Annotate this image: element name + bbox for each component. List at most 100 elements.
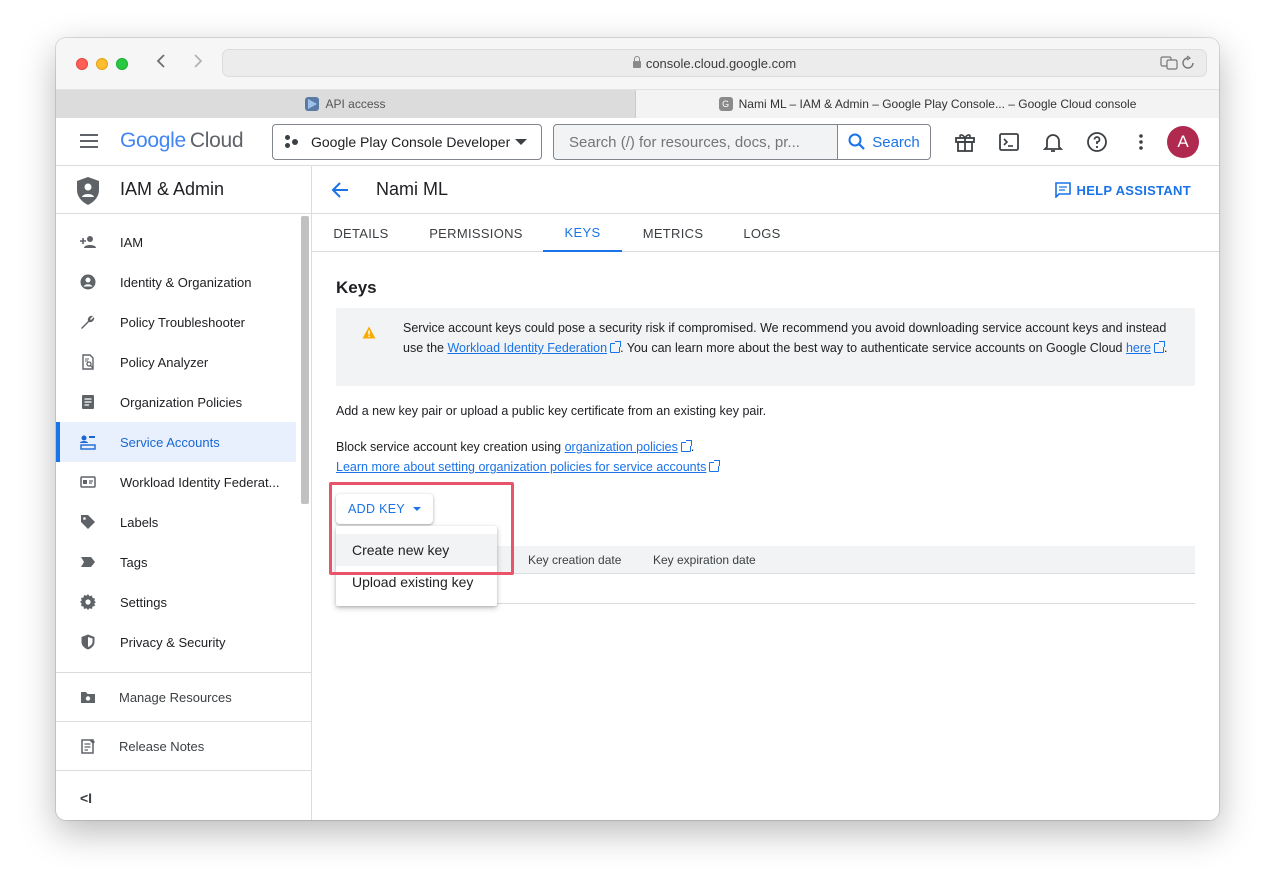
project-name: Google Play Console Developer — [311, 134, 511, 150]
search-button[interactable]: Search — [837, 125, 930, 159]
collapse-sidebar-icon[interactable]: <I — [80, 790, 92, 806]
dropdown-arrow-icon — [412, 507, 421, 511]
translate-icon[interactable] — [1160, 55, 1196, 71]
external-link-icon — [1153, 341, 1165, 353]
wrench-icon — [81, 315, 95, 329]
sidebar-item-policy-troubleshooter[interactable]: Policy Troubleshooter — [56, 302, 296, 342]
add-key-label: ADD KEY — [348, 502, 405, 516]
google-cloud-logo[interactable]: Google Cloud — [120, 129, 244, 153]
sidebar-item-iam[interactable]: IAM — [56, 222, 296, 262]
sidebar-item-policy-analyzer[interactable]: Policy Analyzer — [56, 342, 296, 382]
browser-window: console.cloud.google.com API access G Na… — [56, 38, 1219, 820]
address-bar[interactable]: console.cloud.google.com — [222, 49, 1207, 77]
search-box[interactable]: Search — [553, 124, 931, 160]
add-key-description: Add a new key pair or upload a public ke… — [336, 404, 767, 418]
back-arrow-icon[interactable] — [156, 52, 166, 74]
sidebar-item-label: Organization Policies — [120, 394, 243, 410]
menu-item-upload-existing-key[interactable]: Upload existing key — [336, 566, 497, 598]
policy-analyzer-icon — [82, 354, 94, 370]
organization-policies-link[interactable]: organization policies — [565, 440, 678, 454]
add-key-button[interactable]: ADD KEY — [336, 494, 433, 524]
sidebar: IAM & Admin IAM Identity & Organization … — [56, 166, 312, 820]
sidebar-item-labels[interactable]: Labels — [56, 502, 296, 542]
search-icon — [848, 133, 866, 150]
sidebar-item-label: Identity & Organization — [120, 274, 252, 290]
search-input[interactable] — [554, 125, 837, 159]
sidebar-header: IAM & Admin — [56, 166, 311, 214]
forward-arrow-icon[interactable] — [193, 52, 203, 74]
more-vert-icon[interactable] — [1129, 130, 1153, 154]
account-circle-icon — [80, 274, 96, 290]
sidebar-item-manage-resources[interactable]: Manage Resources — [56, 673, 311, 721]
sidebar-item-label: Release Notes — [119, 738, 205, 754]
project-selector[interactable]: Google Play Console Developer — [272, 124, 542, 160]
sidebar-item-label: Tags — [120, 554, 148, 570]
workload-identity-federation-link[interactable]: Workload Identity Federation — [447, 341, 607, 355]
sidebar-item-tags[interactable]: Tags — [56, 542, 296, 582]
learn-more-org-policies-link[interactable]: Learn more about setting organization po… — [336, 460, 706, 474]
menu-item-create-new-key[interactable]: Create new key — [336, 534, 497, 566]
sidebar-item-identity-organization[interactable]: Identity & Organization — [56, 262, 296, 302]
document-icon — [82, 395, 94, 409]
sidebar-title: IAM & Admin — [120, 179, 225, 199]
tab-permissions[interactable]: PERMISSIONS — [422, 214, 530, 252]
minimize-window-button[interactable] — [96, 58, 108, 70]
notifications-icon[interactable] — [1041, 130, 1065, 154]
cloud-shell-icon[interactable] — [997, 130, 1021, 154]
sidebar-item-settings[interactable]: Settings — [56, 582, 296, 622]
tab-keys[interactable]: KEYS — [543, 214, 622, 252]
tab-details[interactable]: DETAILS — [326, 214, 396, 252]
browser-tab-label: API access — [325, 97, 386, 111]
sidebar-item-service-accounts[interactable]: Service Accounts — [56, 422, 296, 462]
sidebar-divider — [56, 770, 311, 771]
badge-icon — [80, 476, 96, 488]
sidebar-item-release-notes[interactable]: Release Notes — [56, 722, 311, 770]
add-key-menu: Create new key Upload existing key — [336, 526, 497, 606]
main-content: Nami ML HELP ASSISTANT DETAILS PERMISSIO… — [312, 166, 1219, 820]
here-link[interactable]: here — [1126, 341, 1151, 355]
sidebar-item-workload-identity-federation[interactable]: Workload Identity Federat... — [56, 462, 296, 502]
sidebar-item-label: Service Accounts — [120, 434, 220, 450]
hamburger-menu-icon[interactable] — [80, 134, 98, 148]
warning-text: Service account keys could pose a securi… — [403, 318, 1178, 358]
column-header-key-expiration-date: Key expiration date — [653, 553, 756, 567]
tag-icon — [81, 557, 95, 567]
gift-icon[interactable] — [953, 130, 977, 154]
iam-shield-icon — [77, 177, 99, 205]
sidebar-nav: IAM Identity & Organization Policy Troub… — [56, 222, 296, 662]
help-icon[interactable] — [1085, 130, 1109, 154]
help-assistant-button[interactable]: HELP ASSISTANT — [1054, 182, 1191, 198]
maximize-window-button[interactable] — [116, 58, 128, 70]
lock-icon — [632, 56, 641, 68]
service-account-icon — [80, 435, 96, 450]
manage-resources-icon — [81, 692, 95, 703]
chat-icon — [1054, 182, 1071, 198]
logo-google: Google — [120, 129, 186, 152]
back-arrow-icon[interactable] — [330, 180, 350, 205]
google-favicon-icon: G — [718, 97, 733, 111]
section-title: Keys — [336, 278, 377, 297]
warning-icon — [362, 326, 376, 339]
avatar[interactable]: A — [1167, 126, 1199, 158]
translate-reload-icons[interactable] — [1160, 55, 1196, 74]
browser-tab-api-access[interactable]: API access — [56, 90, 636, 118]
sidebar-scrollbar[interactable] — [301, 216, 309, 504]
warning-text-part: . You can learn more about the best way … — [620, 341, 1126, 355]
sidebar-item-label: Policy Analyzer — [120, 354, 209, 370]
close-window-button[interactable] — [76, 58, 88, 70]
help-assistant-label: HELP ASSISTANT — [1076, 182, 1191, 198]
gear-icon — [80, 594, 96, 610]
play-console-favicon-icon — [305, 97, 320, 111]
person-add-icon — [80, 236, 96, 248]
sidebar-item-privacy-security[interactable]: Privacy & Security — [56, 622, 296, 662]
tab-metrics[interactable]: METRICS — [638, 214, 708, 252]
tab-bar: DETAILS PERMISSIONS KEYS METRICS LOGS — [312, 214, 1219, 252]
search-button-label: Search — [872, 133, 920, 151]
browser-tab-gcp[interactable]: G Nami ML – IAM & Admin – Google Play Co… — [636, 90, 1219, 118]
shield-icon — [81, 634, 95, 650]
sidebar-item-organization-policies[interactable]: Organization Policies — [56, 382, 296, 422]
chevron-down-icon — [515, 139, 527, 145]
tab-logs[interactable]: LOGS — [732, 214, 792, 252]
block-key-text: Block service account key creation using… — [336, 437, 694, 457]
sidebar-item-label: Manage Resources — [119, 689, 232, 705]
